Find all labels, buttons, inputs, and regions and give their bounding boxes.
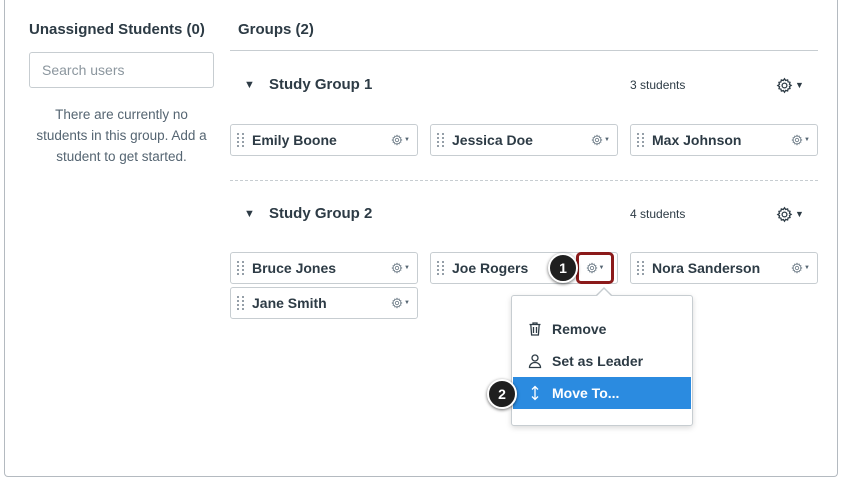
drag-handle-icon[interactable]	[237, 132, 245, 148]
trash-icon	[525, 321, 545, 337]
student-settings-button[interactable]: ▼	[591, 130, 613, 150]
student-card[interactable]: Bruce Jones ▼	[230, 252, 418, 284]
callout-badge-2: 2	[487, 379, 517, 409]
group-name: Study Group 2	[269, 205, 373, 222]
gear-icon	[391, 134, 403, 146]
search-users-input[interactable]	[29, 52, 214, 88]
chevron-down-icon: ▼	[804, 137, 810, 143]
student-card[interactable]: Jane Smith ▼	[230, 287, 418, 319]
group-divider	[230, 180, 818, 181]
chevron-down-icon: ▼	[795, 80, 804, 90]
student-name: Jessica Doe	[452, 132, 533, 148]
student-settings-button[interactable]: ▼	[391, 293, 413, 313]
student-card[interactable]: Jessica Doe ▼	[430, 124, 618, 156]
gear-icon	[791, 262, 803, 274]
callout-badge-1: 1	[548, 253, 578, 283]
unassigned-title: Unassigned Students (0)	[29, 21, 205, 38]
drag-handle-icon[interactable]	[437, 132, 445, 148]
gear-icon	[776, 77, 793, 94]
gear-icon	[586, 262, 598, 274]
move-vertical-icon	[525, 385, 545, 401]
drag-handle-icon[interactable]	[637, 260, 645, 276]
drag-handle-icon[interactable]	[237, 260, 245, 276]
student-name: Jane Smith	[252, 295, 327, 311]
group-header-1[interactable]: ▼ Study Group 1 3 students ▼	[230, 74, 818, 98]
gear-icon	[391, 262, 403, 274]
student-name: Max Johnson	[652, 132, 742, 148]
student-settings-button[interactable]: ▼	[791, 130, 813, 150]
user-icon	[525, 353, 545, 369]
menu-item-move-to[interactable]: Move To...	[513, 377, 691, 409]
chevron-down-icon: ▼	[404, 300, 410, 306]
drag-handle-icon[interactable]	[437, 260, 445, 276]
drag-handle-icon[interactable]	[237, 295, 245, 311]
chevron-down-icon: ▼	[804, 265, 810, 271]
gear-icon	[791, 134, 803, 146]
group-student-count: 4 students	[630, 207, 686, 221]
group-student-count: 3 students	[630, 78, 686, 92]
chevron-down-icon: ▼	[604, 137, 610, 143]
student-card[interactable]: Emily Boone ▼	[230, 124, 418, 156]
empty-message: There are currently no students in this …	[36, 107, 207, 164]
collapse-caret-icon[interactable]: ▼	[244, 208, 255, 220]
drag-handle-icon[interactable]	[637, 132, 645, 148]
student-settings-button-active[interactable]: ▼	[576, 252, 614, 284]
group-settings-button[interactable]: ▼	[776, 74, 810, 96]
student-settings-button[interactable]: ▼	[391, 130, 413, 150]
gear-icon	[391, 297, 403, 309]
collapse-caret-icon[interactable]: ▼	[244, 79, 255, 91]
chevron-down-icon: ▼	[795, 209, 804, 219]
chevron-down-icon: ▼	[598, 265, 605, 271]
student-settings-button[interactable]: ▼	[791, 258, 813, 278]
menu-item-remove[interactable]: Remove	[513, 313, 691, 345]
chevron-down-icon: ▼	[404, 265, 410, 271]
menu-item-set-as-leader[interactable]: Set as Leader	[513, 345, 691, 377]
student-name: Bruce Jones	[252, 260, 337, 276]
gear-icon	[776, 206, 793, 223]
student-settings-button[interactable]: ▼	[391, 258, 413, 278]
student-name: Emily Boone	[252, 132, 337, 148]
student-context-menu: Remove Set as Leader Move To...	[511, 295, 693, 426]
gear-icon	[591, 134, 603, 146]
group-header-2[interactable]: ▼ Study Group 2 4 students ▼	[230, 203, 818, 227]
groups-title: Groups (2)	[238, 21, 314, 38]
divider	[230, 50, 818, 51]
group-settings-button[interactable]: ▼	[776, 203, 810, 225]
group-name: Study Group 1	[269, 76, 373, 93]
menu-pointer-inner	[597, 289, 611, 296]
student-card[interactable]: Nora Sanderson ▼	[630, 252, 818, 284]
student-card[interactable]: Max Johnson ▼	[630, 124, 818, 156]
student-name: Nora Sanderson	[652, 260, 761, 276]
chevron-down-icon: ▼	[404, 137, 410, 143]
